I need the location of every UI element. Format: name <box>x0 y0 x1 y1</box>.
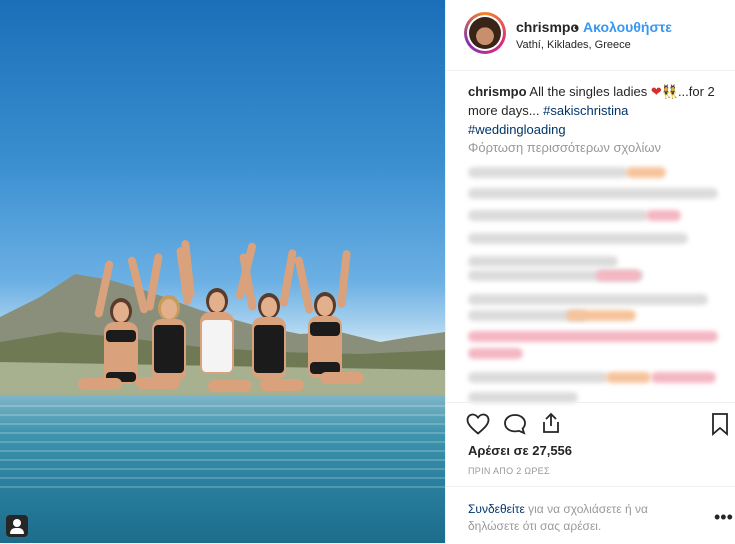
caption-text: All the singles ladies <box>529 84 648 99</box>
comment-icon[interactable] <box>503 413 527 435</box>
caption-emoji: ❤👯 <box>650 84 678 99</box>
heart-icon[interactable] <box>466 413 490 435</box>
water-ripples <box>0 405 445 495</box>
hashtag-link[interactable]: #sakischristina <box>543 103 628 118</box>
action-bar <box>446 402 735 443</box>
bookmark-icon[interactable] <box>710 412 730 436</box>
location-link[interactable]: Vathí, Kiklades, Greece <box>516 39 631 51</box>
share-icon[interactable] <box>540 411 562 435</box>
login-link[interactable]: Συνδεθείτε <box>468 502 525 516</box>
post-header: chrismpo • Ακολουθήστε Vathí, Kiklades, … <box>446 0 735 71</box>
caption-username[interactable]: chrismpo <box>468 84 527 99</box>
post-photo[interactable] <box>0 0 445 543</box>
timestamp[interactable]: ΠΡΙΝ ΑΠΟ 2 ΩΡΕΣ <box>468 466 550 476</box>
login-prompt: Συνδεθείτε για να σχολιάσετε ή να δηλώσε… <box>446 486 735 544</box>
user-icon[interactable] <box>6 515 28 537</box>
follow-button[interactable]: Ακολουθήστε <box>583 19 672 35</box>
separator-dot: • <box>574 19 579 35</box>
login-text: Συνδεθείτε για να σχολιάσετε ή να δηλώσε… <box>468 501 698 535</box>
load-more-comments[interactable]: Φόρτωση περισσότερων σχολίων <box>468 140 661 155</box>
avatar[interactable] <box>464 12 506 54</box>
likes-count[interactable]: Αρέσει σε 27,556 <box>468 443 572 458</box>
post-sidebar: chrismpo • Ακολουθήστε Vathí, Kiklades, … <box>445 0 735 543</box>
more-options-icon[interactable]: ••• <box>714 508 733 526</box>
hashtag-link[interactable]: #weddingloading <box>468 122 566 137</box>
username-link[interactable]: chrismpo <box>516 19 579 35</box>
post-caption: chrismpo All the singles ladies ❤👯...for… <box>468 82 718 139</box>
